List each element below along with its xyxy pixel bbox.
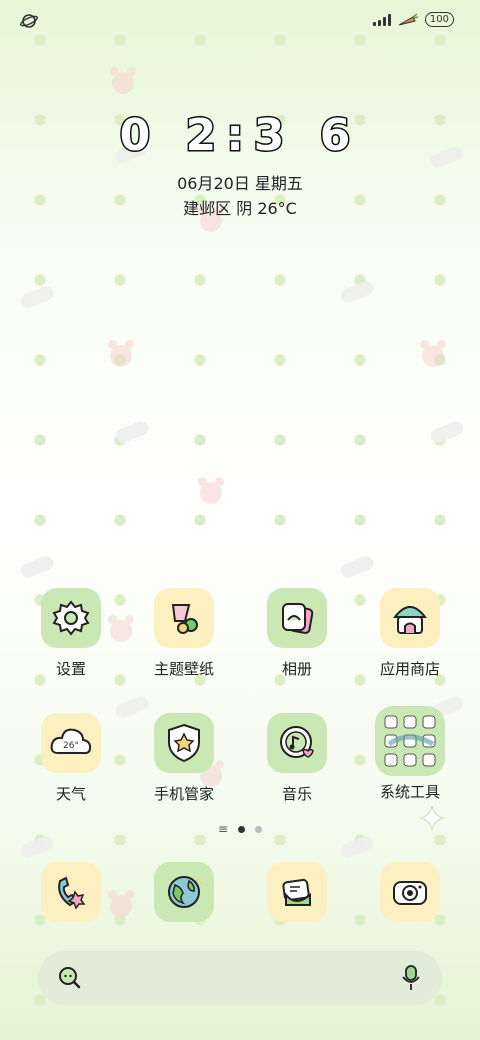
phone-icon bbox=[58, 876, 86, 910]
page-dot-active[interactable] bbox=[238, 825, 246, 833]
page-dot[interactable] bbox=[255, 825, 263, 833]
app-gallery[interactable]: 相册 bbox=[257, 588, 337, 679]
music-note-icon bbox=[267, 713, 327, 773]
status-bar: 100 bbox=[0, 0, 480, 40]
dock-camera[interactable] bbox=[380, 862, 440, 922]
messages-icon bbox=[282, 878, 311, 906]
app-label: 相册 bbox=[281, 660, 312, 678]
page-list-icon[interactable]: ≡ bbox=[218, 823, 228, 835]
app-label: 设置 bbox=[55, 660, 86, 678]
page-indicator[interactable]: ≡ bbox=[0, 823, 480, 835]
gallery-photo-icon bbox=[267, 588, 327, 648]
app-theme-wallpaper[interactable]: 主题壁纸 bbox=[144, 588, 224, 679]
weather-icon-temp: 26° bbox=[63, 741, 79, 751]
app-store-icon bbox=[380, 588, 440, 648]
app-phone-manager[interactable]: 手机管家 bbox=[144, 713, 224, 804]
app-label: 手机管家 bbox=[153, 785, 214, 803]
app-label: 系统工具 bbox=[379, 783, 440, 801]
app-label: 音乐 bbox=[281, 785, 312, 803]
theme-wallpaper-icon bbox=[154, 588, 214, 648]
phone-manager-shield-icon bbox=[154, 713, 214, 773]
carrot-icon bbox=[398, 12, 419, 25]
weather-summary: 建邺区 阴 26°C bbox=[183, 199, 297, 218]
app-settings[interactable]: 设置 bbox=[31, 588, 111, 679]
camera-icon bbox=[393, 881, 427, 905]
dock-messages[interactable] bbox=[267, 862, 327, 922]
browser-globe-icon bbox=[168, 876, 203, 908]
app-weather[interactable]: 26° 天气 bbox=[31, 713, 111, 804]
battery-indicator: 100 bbox=[424, 12, 454, 27]
dock-phone[interactable] bbox=[41, 862, 101, 922]
date-text: 06月20日 星期五 bbox=[177, 174, 303, 193]
search-icon[interactable] bbox=[58, 966, 82, 990]
settings-gear-icon bbox=[41, 588, 101, 648]
app-label: 应用商店 bbox=[379, 660, 440, 678]
lock-clock: 0 2:3 6 bbox=[118, 109, 361, 163]
dock-browser[interactable] bbox=[154, 862, 214, 922]
system-tools-folder-icon bbox=[375, 706, 445, 776]
app-music[interactable]: 音乐 bbox=[257, 713, 337, 804]
app-system-tools-folder[interactable]: 系统工具 bbox=[370, 706, 450, 802]
search-bar[interactable] bbox=[38, 951, 442, 1005]
planet-icon bbox=[20, 14, 38, 28]
app-store[interactable]: 应用商店 bbox=[370, 588, 450, 679]
app-label: 天气 bbox=[55, 785, 86, 803]
weather-cloud-icon: 26° bbox=[41, 713, 101, 773]
app-label: 主题壁纸 bbox=[153, 660, 214, 678]
microphone-icon[interactable] bbox=[400, 964, 422, 992]
signal-icon bbox=[372, 13, 391, 26]
